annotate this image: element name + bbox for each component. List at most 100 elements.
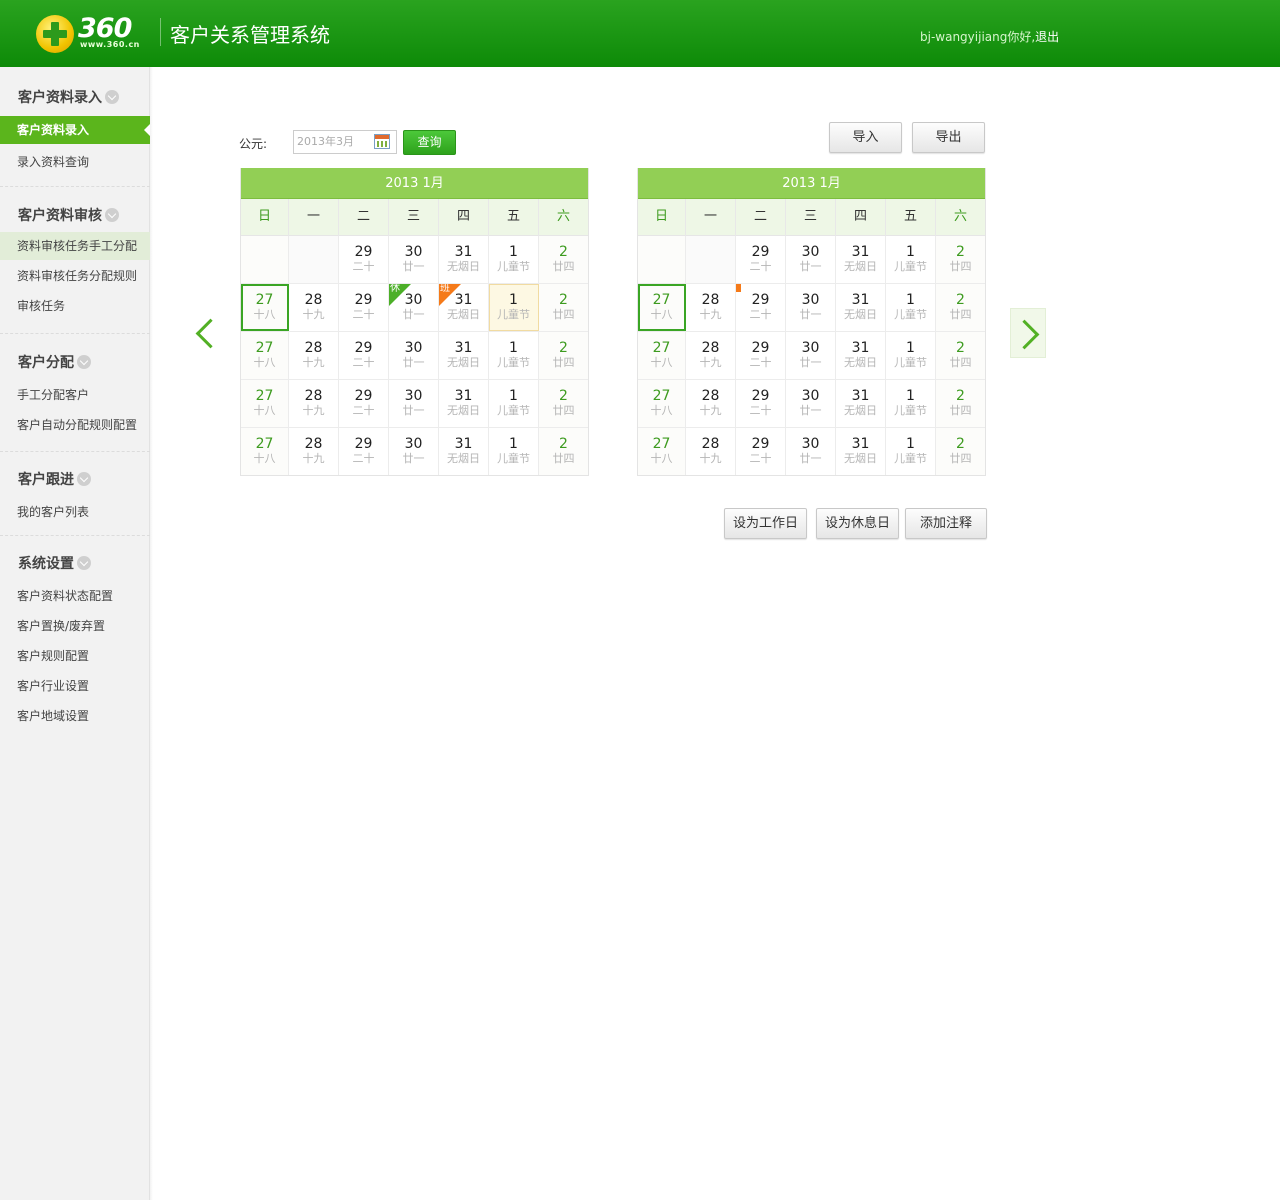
calendar-day-cell[interactable]: 31 无烟日 (836, 428, 886, 475)
calendar-day-cell[interactable]: 30 廿一 (786, 428, 836, 475)
day-number: 31 (851, 292, 870, 308)
calendar-day-cell[interactable]: 1 儿童节 (886, 236, 936, 283)
calendar-day-cell[interactable]: 2 廿四 (539, 236, 588, 283)
add-note-button[interactable]: 添加注释 (905, 508, 987, 539)
calendar-day-cell[interactable]: 1 儿童节 (886, 284, 936, 331)
calendar-day-cell[interactable]: 1 儿童节 (489, 380, 539, 427)
query-button[interactable]: 查询 (403, 130, 456, 155)
calendar-day-cell[interactable]: 1 儿童节 (886, 380, 936, 427)
calendar-day-cell[interactable]: 2 廿四 (539, 332, 588, 379)
calendar-day-cell[interactable]: 27 十八 (241, 428, 289, 475)
calendar-day-cell[interactable]: 2 廿四 (936, 236, 985, 283)
calendar-day-cell[interactable]: 29 二十 (339, 284, 389, 331)
sidebar-section-review[interactable]: 客户资料审核 (18, 205, 119, 225)
logout-link[interactable]: 退出 (1035, 30, 1059, 44)
calendar-day-cell[interactable]: 31 无烟日 (836, 380, 886, 427)
day-number: 31 (454, 436, 473, 452)
calendar-day-cell[interactable]: 28 十九 (686, 428, 736, 475)
sidebar-section-assign[interactable]: 客户分配 (18, 352, 91, 372)
import-button[interactable]: 导入 (829, 122, 902, 153)
calendar-icon[interactable] (374, 134, 390, 149)
calendar-day-cell[interactable]: 2 廿四 (936, 284, 985, 331)
calendar-day-cell[interactable]: 2 廿四 (539, 380, 588, 427)
calendar-day-cell[interactable]: 31 无烟日 (439, 332, 489, 379)
sidebar-item-manual-assign[interactable]: 手工分配客户 (0, 381, 150, 409)
calendar-day-cell[interactable]: 31 无烟日 (836, 236, 886, 283)
calendar-day-cell[interactable]: 27 十八 (638, 428, 686, 475)
calendar-day-cell[interactable]: 1 儿童节 (489, 428, 539, 475)
calendar-day-cell[interactable]: 29 二十 (736, 428, 786, 475)
logo-360[interactable]: 360 www.360.cn (36, 13, 150, 53)
calendar-day-cell[interactable]: 30 廿一 (389, 236, 439, 283)
calendar-day-cell[interactable]: 29 二十 (339, 236, 389, 283)
calendar-day-cell[interactable]: 29 二十 (736, 332, 786, 379)
calendar-day-cell[interactable]: 1 儿童节 (886, 332, 936, 379)
lunar-date: 十八 (253, 452, 276, 465)
calendar-day-cell[interactable]: 1 儿童节 (489, 236, 539, 283)
calendar-day-cell[interactable]: 27 十八 (638, 284, 686, 331)
calendar-day-cell[interactable]: 30 廿一休 (389, 284, 439, 331)
calendar-day-cell[interactable]: 27 十八 (241, 284, 289, 331)
calendar-day-cell[interactable]: 30 廿一 (389, 380, 439, 427)
sidebar-item-industry-settings[interactable]: 客户行业设置 (0, 672, 150, 700)
calendar-day-cell[interactable]: 29 二十 (736, 380, 786, 427)
calendar-day-cell[interactable]: 30 廿一 (786, 380, 836, 427)
set-holiday-button[interactable]: 设为休息日 (816, 508, 899, 539)
calendar-day-cell[interactable]: 29 二十 (736, 236, 786, 283)
sidebar-item-rules-config[interactable]: 客户规则配置 (0, 642, 150, 670)
calendar-day-cell[interactable]: 2 廿四 (936, 332, 985, 379)
calendar-day-cell[interactable]: 31 无烟日 (439, 236, 489, 283)
calendar-day-cell[interactable]: 31 无烟日 (439, 428, 489, 475)
calendar-day-cell[interactable]: 1 儿童节 (886, 428, 936, 475)
calendar-day-cell[interactable]: 30 廿一 (389, 428, 439, 475)
calendar-day-cell[interactable]: 30 廿一 (786, 284, 836, 331)
calendar-day-cell[interactable]: 30 廿一 (786, 236, 836, 283)
sidebar-item-review-assign-rules[interactable]: 资料审核任务分配规则 (0, 262, 150, 290)
sidebar-section-followup[interactable]: 客户跟进 (18, 469, 91, 489)
calendar-day-cell[interactable]: 27 十八 (638, 380, 686, 427)
calendar-day-cell[interactable]: 28 十九 (289, 284, 339, 331)
sidebar-item-manual-review-assign[interactable]: 资料审核任务手工分配 (0, 232, 150, 260)
calendar-day-cell[interactable]: 29 二十 (736, 284, 786, 331)
calendar-day-cell[interactable]: 30 廿一 (389, 332, 439, 379)
day-number: 30 (404, 388, 423, 404)
lunar-date: 十八 (650, 356, 673, 369)
calendar-day-cell[interactable]: 28 十九 (686, 284, 736, 331)
sidebar-section-settings[interactable]: 系统设置 (18, 553, 91, 573)
calendar-day-cell[interactable]: 2 廿四 (539, 284, 588, 331)
calendar-day-cell[interactable]: 27 十八 (638, 332, 686, 379)
export-button[interactable]: 导出 (912, 122, 985, 153)
calendar-day-cell[interactable]: 31 无烟日 (836, 332, 886, 379)
calendar-day-cell[interactable]: 28 十九 (289, 428, 339, 475)
calendar-day-cell[interactable]: 28 十九 (686, 380, 736, 427)
prev-month-arrow-icon[interactable] (187, 308, 223, 358)
sidebar-item-region-settings[interactable]: 客户地域设置 (0, 702, 150, 730)
calendar-day-cell[interactable]: 27 十八 (241, 332, 289, 379)
calendar-day-cell[interactable]: 28 十九 (686, 332, 736, 379)
set-workday-button[interactable]: 设为工作日 (724, 508, 807, 539)
calendar-day-cell[interactable]: 28 十九 (289, 380, 339, 427)
calendar-day-cell[interactable]: 1 儿童节 (489, 332, 539, 379)
next-month-arrow-icon[interactable] (1010, 308, 1046, 358)
calendar-day-cell[interactable]: 29 二十 (339, 332, 389, 379)
calendar-day-cell[interactable]: 29 二十 (339, 380, 389, 427)
calendar-day-cell[interactable]: 1 儿童节 (489, 284, 539, 331)
sidebar-item-replace-discard[interactable]: 客户置换/废弃置 (0, 612, 150, 640)
calendar-day-cell[interactable]: 28 十九 (289, 332, 339, 379)
calendar-day-cell[interactable]: 31 无烟日 (836, 284, 886, 331)
sidebar-item-review-tasks[interactable]: 审核任务 (0, 292, 150, 320)
calendar-day-cell[interactable]: 31 无烟日 (439, 380, 489, 427)
sidebar-item-my-customers[interactable]: 我的客户列表 (0, 498, 150, 526)
sidebar-section-customer-entry[interactable]: 客户资料录入 (18, 87, 119, 107)
calendar-day-cell[interactable]: 2 廿四 (936, 380, 985, 427)
sidebar-item-status-config[interactable]: 客户资料状态配置 (0, 582, 150, 610)
calendar-day-cell[interactable]: 30 廿一 (786, 332, 836, 379)
calendar-day-cell[interactable]: 2 廿四 (539, 428, 588, 475)
calendar-day-cell[interactable]: 29 二十 (339, 428, 389, 475)
calendar-day-cell[interactable]: 31 无烟日班 (439, 284, 489, 331)
sidebar-item-auto-assign-rules[interactable]: 客户自动分配规则配置 (0, 411, 150, 439)
sidebar-item-customer-entry[interactable]: 客户资料录入 (0, 116, 150, 144)
calendar-day-cell[interactable]: 27 十八 (241, 380, 289, 427)
sidebar-item-entry-query[interactable]: 录入资料查询 (0, 148, 150, 176)
calendar-day-cell[interactable]: 2 廿四 (936, 428, 985, 475)
